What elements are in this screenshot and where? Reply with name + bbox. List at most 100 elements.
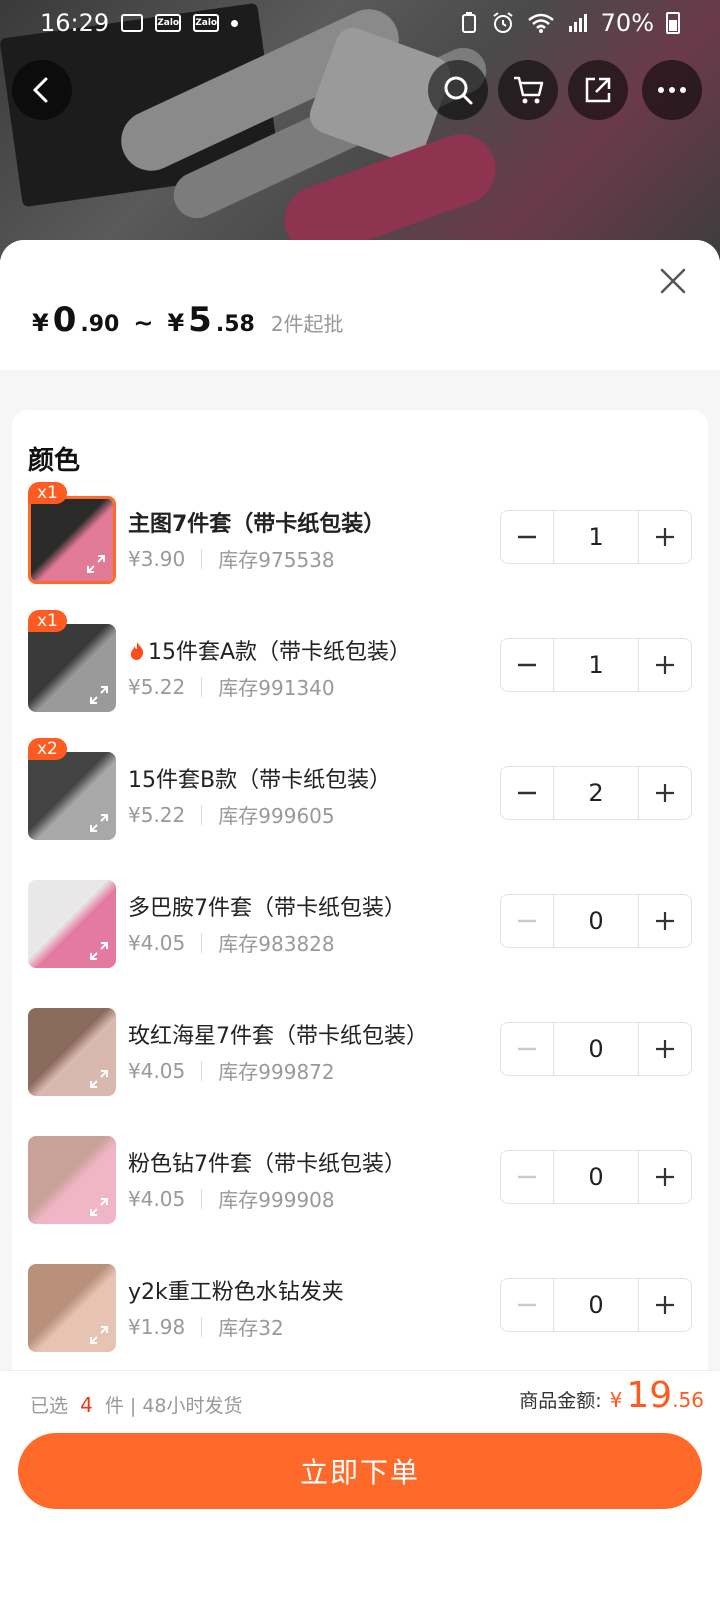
sku-thumbnail[interactable] [28,1136,116,1224]
cart-button[interactable] [498,60,558,120]
sku-thumbnail[interactable] [28,624,116,712]
price-max-symbol: ¥ [167,309,185,337]
sku-row: 粉色钻7件套（带卡纸包装） ¥4.05 库存999908 0 [28,1136,692,1226]
sku-price: ¥4.05 [128,1058,186,1083]
price-max-dec: .58 [215,312,255,337]
meta-divider [201,1060,203,1081]
sku-name: 多巴胺7件套（带卡纸包装） [128,890,406,922]
qty-badge: x2 [28,738,67,760]
back-button[interactable] [12,60,72,120]
price-separator: ~ [133,309,154,337]
meta-divider [201,676,203,697]
sku-row: x1 15件套A款（带卡纸包装） ¥5.22 库存991340 1 [28,610,692,714]
sku-stock: 库存975538 [218,548,335,572]
sku-stock: 库存991340 [218,676,335,700]
total-dec: .56 [672,1388,704,1412]
selected-count: 4 [80,1393,93,1417]
minus-icon [518,1047,536,1051]
meta-divider [201,548,203,569]
expand-icon[interactable] [88,684,110,706]
search-icon [444,76,473,105]
sku-thumbnail[interactable] [28,1264,116,1352]
image-icon [121,14,144,32]
sku-thumbnail[interactable] [28,752,116,840]
quantity-stepper: 1 [500,638,692,692]
sku-meta: ¥5.22 库存991340 [128,672,335,701]
increment-button[interactable] [639,767,691,819]
sku-row: x2 15件套B款（带卡纸包装） ¥5.22 库存999605 2 [28,738,692,842]
quantity-value[interactable]: 0 [553,1279,639,1331]
sku-meta: ¥4.05 库存983828 [128,928,335,957]
decrement-button[interactable] [501,767,553,819]
quantity-stepper: 2 [500,766,692,820]
sku-meta: ¥4.05 库存999908 [128,1184,335,1213]
qty-badge: x1 [28,610,67,632]
price-range: ¥ 0 .90 ~ ¥ 5 .58 2件起批 [32,300,344,340]
more-button[interactable] [642,60,702,120]
sku-price: ¥5.22 [128,674,186,699]
total-amount: 商品金额: ¥ 19 .56 [519,1375,704,1416]
quantity-value[interactable]: 2 [553,767,639,819]
minus-icon [518,1175,536,1179]
decrement-button[interactable] [501,511,553,563]
sku-stock: 库存32 [218,1316,284,1340]
sku-stock: 库存999908 [218,1188,335,1212]
chevron-left-icon [32,77,48,103]
quantity-value[interactable]: 0 [553,895,639,947]
decrement-button[interactable] [501,1279,553,1331]
expand-icon[interactable] [88,1324,110,1346]
expand-icon[interactable] [85,553,107,575]
quantity-stepper: 0 [500,1278,692,1332]
close-icon[interactable] [656,264,690,298]
status-right: 70% [459,9,680,37]
quantity-value[interactable]: 0 [553,1151,639,1203]
decrement-button[interactable] [501,1023,553,1075]
sku-price: ¥3.90 [128,546,186,571]
minus-icon [518,1303,536,1307]
sku-name-text: y2k重工粉色水钻发夹 [128,1280,344,1305]
status-time: 16:29 [40,9,110,37]
expand-icon[interactable] [88,1196,110,1218]
plus-icon [656,1168,674,1186]
sku-name-text: 15件套A款（带卡纸包装） [148,640,412,665]
expand-icon[interactable] [88,940,110,962]
minus-icon [518,919,536,923]
decrement-button[interactable] [501,895,553,947]
decrement-button[interactable] [501,639,553,691]
expand-icon[interactable] [88,1068,110,1090]
increment-button[interactable] [639,1279,691,1331]
search-button[interactable] [428,60,488,120]
sku-name: 主图7件套（带卡纸包装） [128,506,385,538]
dot-icon [231,19,239,27]
quantity-value[interactable]: 1 [553,511,639,563]
selection-summary: 已选 4 件 | 48小时发货 [30,1391,243,1418]
plus-icon [656,1296,674,1314]
sku-name: 15件套B款（带卡纸包装） [128,762,391,794]
meta-divider [201,804,203,825]
decrement-button[interactable] [501,1151,553,1203]
increment-button[interactable] [639,639,691,691]
checkout-footer: 已选 4 件 | 48小时发货 商品金额: ¥ 19 .56 立即下单 [0,1370,720,1600]
sku-name: y2k重工粉色水钻发夹 [128,1274,344,1306]
sku-price: ¥5.22 [128,802,186,827]
sku-name-text: 主图7件套（带卡纸包装） [128,512,386,537]
plus-icon [656,528,674,546]
expand-icon[interactable] [88,812,110,834]
sku-thumbnail[interactable] [28,880,116,968]
sku-thumbnail[interactable] [28,496,116,584]
increment-button[interactable] [639,511,691,563]
increment-button[interactable] [639,895,691,947]
increment-button[interactable] [639,1151,691,1203]
zalo-icon: Zalo [193,14,220,32]
sku-meta: ¥3.90 库存975538 [128,544,335,573]
increment-button[interactable] [639,1023,691,1075]
sku-name: 粉色钻7件套（带卡纸包装） [128,1146,406,1178]
sku-stock: 库存983828 [218,932,335,956]
place-order-button[interactable]: 立即下单 [18,1433,702,1509]
min-order-label: 2件起批 [270,312,344,336]
sku-thumbnail[interactable] [28,1008,116,1096]
quantity-value[interactable]: 0 [553,1023,639,1075]
quantity-value[interactable]: 1 [553,639,639,691]
selected-prefix: 已选 [30,1395,69,1417]
share-button[interactable] [568,60,628,120]
